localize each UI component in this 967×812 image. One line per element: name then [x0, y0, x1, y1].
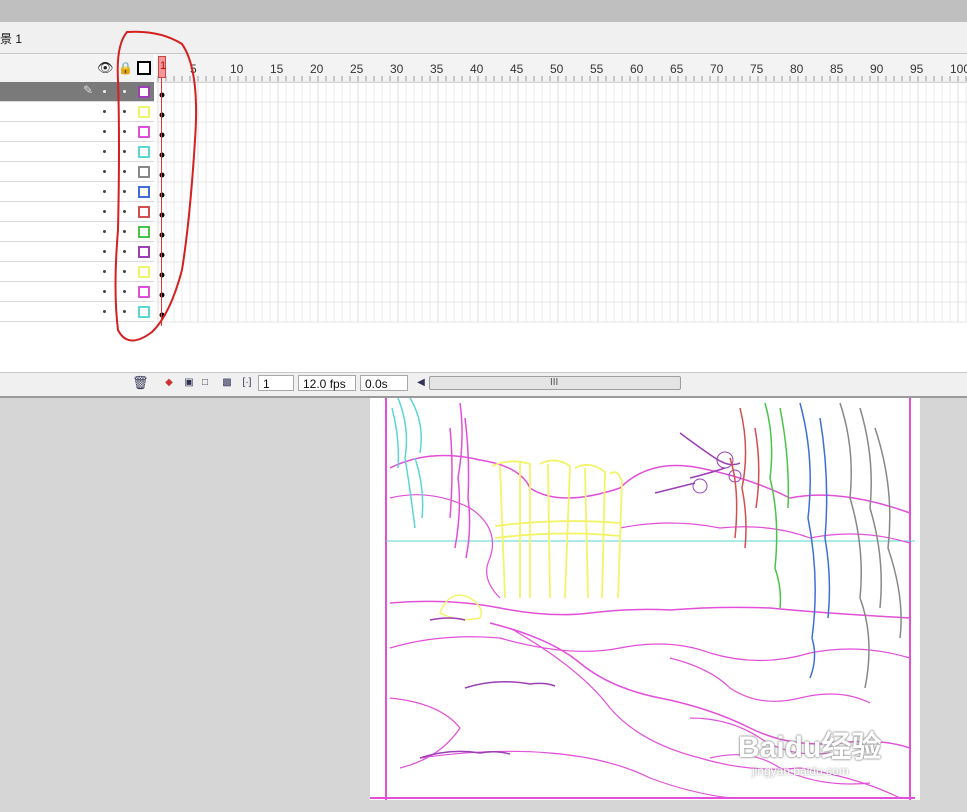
lock-icon[interactable]: 🔒: [118, 60, 133, 76]
frame-rate-field[interactable]: 12.0 fps: [298, 375, 356, 391]
layer-outline-color-box[interactable]: [138, 106, 150, 118]
visibility-dot[interactable]: [103, 90, 106, 93]
layer-outline-color-box[interactable]: [138, 186, 150, 198]
layer-row[interactable]: [0, 182, 154, 202]
onion-skin-outline-icon[interactable]: □: [198, 376, 212, 390]
lock-dot[interactable]: [123, 270, 126, 273]
onion-skin-icon[interactable]: ▣: [182, 376, 196, 390]
lock-dot[interactable]: [123, 230, 126, 233]
layer-row[interactable]: [0, 302, 154, 322]
current-frame-field[interactable]: 1: [258, 375, 294, 391]
lock-dot[interactable]: [123, 130, 126, 133]
visibility-dot[interactable]: [103, 230, 106, 233]
visibility-dot[interactable]: [103, 130, 106, 133]
visibility-dot[interactable]: [103, 310, 106, 313]
layer-row[interactable]: [0, 202, 154, 222]
lock-dot[interactable]: [123, 110, 126, 113]
layer-header: 👁 🔒: [0, 54, 154, 83]
layer-panel: 👁 🔒 ✎: [0, 54, 154, 396]
layer-row[interactable]: [0, 142, 154, 162]
visibility-dot[interactable]: [103, 270, 106, 273]
layer-row[interactable]: [0, 162, 154, 182]
layer-outline-color-box[interactable]: [138, 126, 150, 138]
playhead-marker[interactable]: 1: [158, 56, 166, 78]
layer-row[interactable]: [0, 262, 154, 282]
visibility-dot[interactable]: [103, 210, 106, 213]
layer-outline-color-box[interactable]: [138, 286, 150, 298]
layer-row[interactable]: [0, 102, 154, 122]
eye-icon[interactable]: 👁: [97, 60, 114, 76]
playhead[interactable]: 1: [158, 54, 166, 326]
layer-outline-color-box[interactable]: [138, 86, 150, 98]
modify-markers-icon[interactable]: [·]: [240, 376, 254, 390]
layer-outline-color-box[interactable]: [138, 266, 150, 278]
horizontal-scrollbar[interactable]: III: [429, 376, 681, 390]
lock-dot[interactable]: [123, 190, 126, 193]
watermark-logo: Baidu经验: [738, 731, 882, 764]
layer-outline-color-box[interactable]: [138, 306, 150, 318]
lock-dot[interactable]: [123, 290, 126, 293]
lock-dot[interactable]: [123, 90, 126, 93]
layer-row[interactable]: ✎: [0, 82, 154, 102]
outline-icon[interactable]: [137, 61, 151, 75]
lock-dot[interactable]: [123, 170, 126, 173]
elapsed-time-field: 0.0s: [360, 375, 408, 391]
lock-dot[interactable]: [123, 210, 126, 213]
playhead-line: [161, 78, 162, 326]
scene-label: 景 1: [0, 32, 23, 46]
layer-row[interactable]: [0, 222, 154, 242]
pencil-icon: ✎: [83, 83, 94, 97]
edit-multiple-frames-icon[interactable]: ▩: [220, 376, 234, 390]
scene-bar: 景 1: [0, 22, 967, 54]
frame-grid[interactable]: [156, 54, 967, 374]
timeline-panel: 👁 🔒 ✎ 1510152025303540455055606570758085…: [0, 54, 967, 396]
layer-outline-color-box[interactable]: [138, 166, 150, 178]
lock-dot[interactable]: [123, 250, 126, 253]
scroll-left-icon[interactable]: ◀: [414, 376, 428, 390]
layer-outline-color-box[interactable]: [138, 206, 150, 218]
visibility-dot[interactable]: [103, 110, 106, 113]
layer-outline-color-box[interactable]: [138, 246, 150, 258]
visibility-dot[interactable]: [103, 290, 106, 293]
lock-dot[interactable]: [123, 310, 126, 313]
visibility-dot[interactable]: [103, 170, 106, 173]
visibility-dot[interactable]: [103, 190, 106, 193]
timeline-status-bar: 🗑 ◆ ▣ □ ▩ [·] 1 12.0 fps 0.0s ◀ III: [0, 372, 967, 398]
lock-dot[interactable]: [123, 150, 126, 153]
layer-row[interactable]: [0, 282, 154, 302]
layer-row[interactable]: [0, 242, 154, 262]
visibility-dot[interactable]: [103, 250, 106, 253]
top-gray-bar: [0, 0, 967, 22]
frames-area[interactable]: 1510152025303540455055606570758085909510…: [156, 54, 967, 374]
center-frame-icon[interactable]: ◆: [162, 376, 176, 390]
watermark-url: jingyan.baidu.com: [752, 764, 849, 778]
layer-outline-color-box[interactable]: [138, 226, 150, 238]
layer-outline-color-box[interactable]: [138, 146, 150, 158]
visibility-dot[interactable]: [103, 150, 106, 153]
layer-row[interactable]: [0, 122, 154, 142]
trash-icon[interactable]: 🗑: [132, 376, 149, 390]
